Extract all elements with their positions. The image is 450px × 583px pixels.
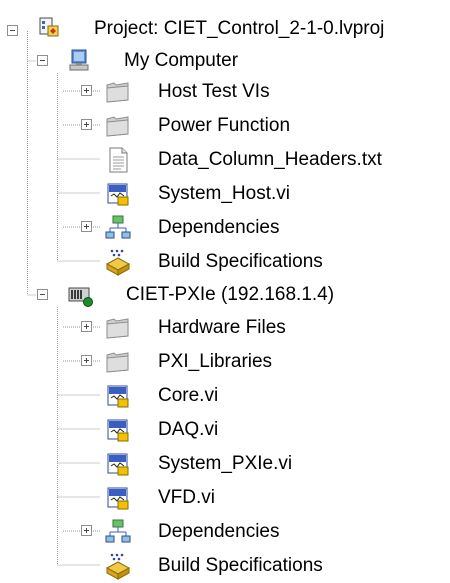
tree-item-hardware-files[interactable]: Hardware Files	[104, 311, 450, 345]
tree-item-label: Dependencies	[158, 217, 280, 238]
tree-item-label: Dependencies	[158, 521, 280, 542]
tree-item-data-column-headers[interactable]: Data_Column_Headers.txt	[104, 143, 450, 177]
computer-icon	[69, 49, 89, 71]
pxi-target-icon	[68, 287, 93, 307]
power-function-expand-toggle[interactable]	[81, 119, 92, 130]
build-spec-icon	[105, 553, 131, 580]
folder-icon	[106, 82, 129, 103]
tree-item-vfd-vi[interactable]: VFD.vi	[104, 481, 450, 515]
tree-item-pxi-libraries[interactable]: PXI_Libraries	[104, 345, 450, 379]
project-explorer-tree: Project: CIET_Control_2-1-0.lvproj My Co…	[0, 0, 450, 581]
dependencies-icon	[105, 215, 131, 239]
tree-item-my-computer[interactable]: My Computer	[66, 44, 450, 78]
vi-file-icon	[107, 385, 129, 408]
tree-item-label: System_Host.vi	[158, 183, 290, 204]
tree-item-label: PXI_Libraries	[158, 351, 273, 372]
dependencies-icon	[105, 519, 131, 543]
folder-icon	[106, 116, 129, 137]
vi-file-icon	[107, 453, 129, 476]
tree-item-label: My Computer	[124, 50, 239, 71]
tree-item-build-specifications[interactable]: Build Specifications	[104, 245, 450, 279]
tree-item-label: Hardware Files	[158, 317, 286, 338]
host-test-vis-expand-toggle[interactable]	[81, 85, 92, 96]
root-collapse-toggle[interactable]	[7, 25, 18, 36]
build-spec-icon	[105, 249, 131, 276]
pxi-libraries-expand-toggle[interactable]	[81, 355, 92, 366]
vi-file-icon	[107, 419, 129, 442]
hardware-files-expand-toggle[interactable]	[81, 321, 92, 332]
target-dependencies-expand-toggle[interactable]	[81, 525, 92, 536]
vi-file-icon	[107, 183, 129, 206]
tree-item-label: Build Specifications	[158, 251, 323, 272]
text-file-icon	[109, 147, 128, 173]
tree-item-core-vi[interactable]: Core.vi	[104, 379, 450, 413]
tree-item-label: System_PXIe.vi	[158, 453, 293, 474]
tree-item-label: Build Specifications	[158, 555, 323, 576]
tree-item-label: Project: CIET_Control_2-1-0.lvproj	[94, 18, 385, 39]
tree-item-system-pxie-vi[interactable]: System_PXIe.vi	[104, 447, 450, 481]
tree-item-label: Data_Column_Headers.txt	[158, 149, 382, 170]
my-computer-collapse-toggle[interactable]	[37, 55, 48, 66]
tree-item-target-build-specifications[interactable]: Build Specifications	[104, 549, 450, 583]
tree-item-label: Power Function	[158, 115, 291, 136]
tree-item-label: Core.vi	[158, 385, 219, 406]
labview-project-icon	[39, 17, 59, 37]
tree-item-label: DAQ.vi	[158, 419, 219, 440]
tree-item-target-dependencies[interactable]: Dependencies	[104, 515, 450, 549]
tree-item-system-host-vi[interactable]: System_Host.vi	[104, 177, 450, 211]
tree-item-project[interactable]: Project: CIET_Control_2-1-0.lvproj	[36, 12, 450, 46]
tree-item-label: Host Test VIs	[158, 81, 270, 102]
tree-item-label: CIET-PXIe (192.168.1.4)	[126, 284, 335, 305]
tree-item-pxie-target[interactable]: CIET-PXIe (192.168.1.4)	[66, 278, 450, 312]
tree-item-dependencies[interactable]: Dependencies	[104, 211, 450, 245]
tree-item-label: VFD.vi	[158, 487, 215, 508]
folder-icon	[106, 318, 129, 339]
tree-item-power-function[interactable]: Power Function	[104, 109, 450, 143]
target-collapse-toggle[interactable]	[37, 289, 48, 300]
tree-item-daq-vi[interactable]: DAQ.vi	[104, 413, 450, 447]
tree-item-host-test-vis[interactable]: Host Test VIs	[104, 75, 450, 109]
vi-file-icon	[107, 487, 129, 510]
folder-icon	[106, 352, 129, 373]
dependencies-expand-toggle[interactable]	[81, 221, 92, 232]
